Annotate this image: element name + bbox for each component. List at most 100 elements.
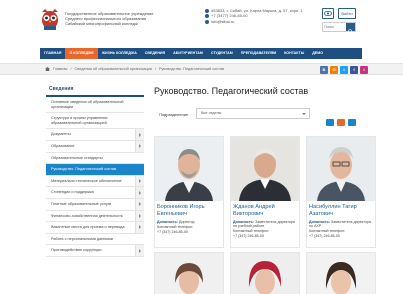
sidebar-title: Сведения [46,82,144,97]
sidebar-item-label: Противодействие коррупции [51,248,102,253]
sidebar-item-paid-services[interactable]: Платные образовательные услуги [46,198,144,211]
chevron-right-icon[interactable] [135,187,144,198]
view-switcher [326,119,356,126]
table-view-icon[interactable] [348,119,356,126]
ok-icon[interactable]: О [330,66,338,74]
staff-photo [231,253,299,294]
sidebar-item-label: Образовательные стандарты [51,155,103,160]
staff-card[interactable] [154,252,224,294]
home-icon[interactable] [45,67,50,71]
staff-photo [231,137,299,201]
vk-icon[interactable]: В [320,66,328,74]
staff-position: Должность: Директор [157,220,195,224]
staff-name[interactable]: Боронников Игорь Евгеньевич [157,204,223,217]
login-button[interactable]: Войти [338,8,356,19]
staff-card[interactable]: Жданов Андрей Викторович Должность: Заме… [230,136,300,248]
department-select[interactable]: Все отделы [196,108,310,119]
staff-card[interactable] [230,252,300,294]
nav-home[interactable]: Главная [40,48,65,59]
breadcrumb-current: Руководство. Педагогический состав [158,67,225,71]
staff-photo [307,253,375,294]
nav-college-life[interactable]: Жизнь колледжа [98,48,141,59]
email-icon [205,19,209,24]
sidebar-item-staff[interactable]: Руководство. Педагогический состав [46,164,144,176]
sidebar-item-label: Работа с персональными данными [51,236,113,241]
sidebar-item-label: Платные образовательные услуги [51,201,112,206]
location-icon [205,8,209,13]
chevron-right-icon[interactable] [135,175,144,187]
staff-photo [155,253,223,294]
owl-logo-icon[interactable] [40,8,60,32]
sidebar-item-anticorruption[interactable]: Противодействие коррупции [46,245,144,257]
grid-view-icon[interactable] [337,119,345,126]
search-input[interactable] [324,24,346,30]
facebook-icon[interactable]: f [350,66,358,74]
staff-phone-label: Контактный телефон: [309,229,346,233]
search-button[interactable] [346,23,355,35]
main-navigation: Главная О колледже Жизнь колледжа Сведен… [0,46,403,60]
sidebar-item-equipment[interactable]: Материально-техническое обеспечение [46,175,144,188]
sidebar-item-finance[interactable]: Финансово-хозяйственная деятельность [46,210,144,223]
breadcrumb-separator: / [154,67,156,71]
site-header: Государственное образовательное учрежден… [0,0,403,46]
staff-card[interactable]: Насибуллин Тагир Азатович Должность: Зам… [306,136,376,248]
chevron-right-icon[interactable] [135,210,144,222]
staff-position: Должность: Заместитель директора по АХР [309,220,371,229]
nav-teachers[interactable]: Преподавателям [237,48,280,59]
header-contacts: 453833, г. Сибай, ул. Карла Маркса, д. 5… [205,8,315,24]
sidebar-item-label: Вакантные места для приема и перевода [51,225,125,230]
organization-name: Государственное образовательное учрежден… [65,11,195,27]
org-line-3: Сибайский многопрофильный колледж [65,21,138,27]
search-icon [347,29,353,35]
staff-photo [307,137,375,201]
staff-photo [155,137,223,201]
staff-card[interactable]: Боронников Игорь Евгеньевич Должность: Д… [154,136,224,248]
search-box [322,22,356,35]
breadcrumb-separator: / [70,67,72,71]
chevron-right-icon[interactable] [135,222,144,233]
staff-phone: +7 (347) 246-85-00 [309,234,340,238]
sidebar-item-documents[interactable]: Документы [46,129,144,141]
sidebar-item-personal-data[interactable]: Работа с персональными данными [46,233,144,246]
email-link[interactable]: info@sibai.ru [211,19,234,24]
instagram-icon[interactable]: i [360,66,368,74]
sidebar-item-label: Основные сведения об образовательной орг… [51,100,124,109]
breadcrumb: Главная / Сведения об образовательной ор… [45,67,224,71]
eye-icon [324,11,332,16]
staff-phone-label: Контактный телефон: [157,225,194,229]
nav-demo[interactable]: Демо [308,48,327,59]
staff-card[interactable] [306,252,376,294]
sidebar-item-standards[interactable]: Образовательные стандарты [46,152,144,165]
chevron-right-icon[interactable] [135,198,144,210]
sidebar-item-label: Документы [51,132,71,137]
staff-name[interactable]: Насибуллин Тагир Азатович [309,204,375,217]
nav-info[interactable]: Сведения [141,48,169,59]
list-view-icon[interactable] [326,119,334,126]
sidebar-item-label: Материально-техническое обеспечение [51,178,122,183]
breadcrumb-home[interactable]: Главная [53,67,67,71]
twitter-icon[interactable]: t [340,66,348,74]
sidebar-item-label: Образование [51,143,75,148]
filter-label: Подразделение [159,112,189,117]
sidebar-item-scholarships[interactable]: Стипендии и поддержка [46,187,144,199]
sidebar-item-education[interactable]: Образование [46,140,144,153]
nav-students[interactable]: Студентам [207,48,237,59]
nav-about[interactable]: О колледже [65,48,98,59]
staff-phone: +7 (347) 246-85-00 [233,234,264,238]
staff-name[interactable]: Жданов Андрей Викторович [233,204,299,217]
chevron-right-icon[interactable] [135,245,144,256]
staff-position: Должность: Заместитель директора по учеб… [233,220,295,229]
nav-applicants[interactable]: Абитуриентам [169,48,207,59]
sidebar-item-vacancies[interactable]: Вакантные места для приема и перевода [46,222,144,234]
social-links: В О t f i [320,66,368,74]
chevron-right-icon[interactable] [135,140,144,152]
breadcrumb-info[interactable]: Сведения об образовательной организации [75,67,152,71]
sidebar-item-basic-info[interactable]: Основные сведения об образовательной орг… [46,97,144,114]
page-title: Руководство. Педагогический состав [154,86,309,96]
sidebar: Сведения Основные сведения об образовате… [46,82,144,294]
staff-phone: +7 (347) 246-85-00 [157,230,188,234]
nav-contacts[interactable]: Контакты [280,48,308,59]
sidebar-item-structure[interactable]: Структура и органы управления образовате… [46,113,144,130]
accessibility-button[interactable] [322,8,334,19]
chevron-right-icon[interactable] [135,129,144,140]
